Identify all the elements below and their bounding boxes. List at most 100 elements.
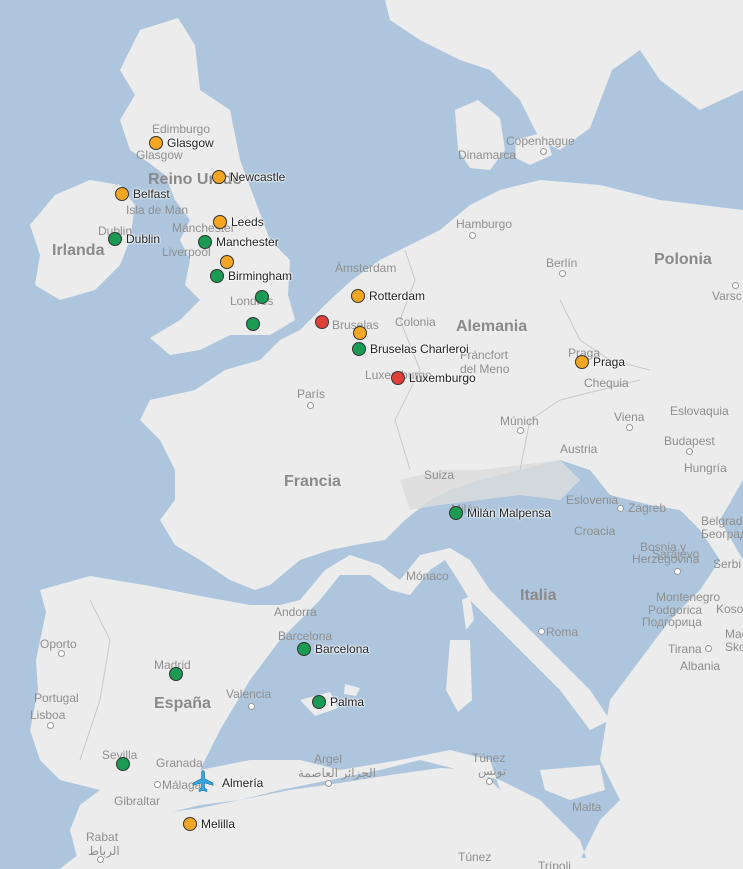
airport-marker-green[interactable] <box>255 290 269 304</box>
country-label: Kosov <box>716 602 743 616</box>
country-label: Hungría <box>684 461 727 475</box>
place-label: Colonia <box>395 315 436 329</box>
city-dot <box>58 650 65 657</box>
place-label: Viena <box>614 410 645 424</box>
airport-marker-orange[interactable] <box>213 215 227 229</box>
place-label: Barcelona <box>278 629 333 643</box>
place-label: الرباط <box>88 844 120 858</box>
airport-label: Glasgow <box>167 136 214 150</box>
airport-marker-green[interactable] <box>116 757 130 771</box>
city-dot <box>325 780 332 787</box>
plane-label: Almería <box>222 776 264 790</box>
place-label: Berlín <box>546 256 578 270</box>
airport-marker-orange[interactable] <box>351 289 365 303</box>
place-label: Varsc <box>712 289 742 303</box>
place-label: Edimburgo <box>152 122 211 136</box>
city-dot <box>732 282 739 289</box>
city-dot <box>97 856 104 863</box>
airport-marker-orange[interactable] <box>220 255 234 269</box>
airport-label: Rotterdam <box>369 289 426 303</box>
city-dot <box>617 505 624 512</box>
city-dot <box>674 568 681 575</box>
airport-label: Bruselas Charleroi <box>370 342 469 356</box>
city-dot <box>47 722 54 729</box>
place-label: Valencia <box>226 687 272 701</box>
place-label: Roma <box>546 625 579 639</box>
place-label: Tirana <box>668 642 702 656</box>
airport-marker-green[interactable] <box>246 317 260 331</box>
airport-marker-red[interactable] <box>315 315 329 329</box>
airport-marker-orange[interactable] <box>115 187 129 201</box>
airport-marker-green[interactable] <box>449 506 463 520</box>
place-label: Ámsterdam <box>335 261 397 275</box>
map-canvas[interactable]: Reino Unido Irlanda Dinamarca Polonia Aleman… <box>0 0 743 869</box>
place-label: Zagreb <box>628 501 667 515</box>
country-label: Polonia <box>654 251 712 268</box>
place-label: الجزائر العاصمة <box>298 766 376 780</box>
place-label: Túnez <box>458 850 492 864</box>
airport-label: Newcastle <box>230 170 286 184</box>
place-label: Београд <box>701 527 743 541</box>
place-label: Подгорица <box>642 615 702 629</box>
place-label: Rabat <box>86 830 119 844</box>
airport-marker-orange[interactable] <box>212 170 226 184</box>
country-label: Chequia <box>584 376 629 390</box>
country-label: España <box>154 695 211 712</box>
country-label: Suiza <box>424 468 455 482</box>
city-dot <box>626 424 633 431</box>
airplane-icon[interactable] <box>191 769 215 793</box>
airport-marker-orange[interactable] <box>149 136 163 150</box>
country-label: Serbi <box>713 557 742 571</box>
airport-marker-green[interactable] <box>169 667 183 681</box>
country-label: Italia <box>520 587 557 604</box>
country-label: Dinamarca <box>458 148 517 162</box>
city-dot <box>248 703 255 710</box>
country-label: Montenegro <box>656 590 721 604</box>
place-label: Oporto <box>40 637 77 651</box>
place-label: París <box>297 387 326 401</box>
airport-marker-green[interactable] <box>198 235 212 249</box>
airport-label: Dublin <box>126 232 161 246</box>
airport-marker-orange[interactable] <box>183 817 197 831</box>
city-dot <box>517 427 524 434</box>
place-label: Argel <box>314 752 343 766</box>
country-label: Andorra <box>274 605 317 619</box>
country-label: Alemania <box>456 318 528 335</box>
country-label: Albania <box>680 659 721 673</box>
place-label: Skop <box>725 640 743 654</box>
airport-marker-orange[interactable] <box>575 355 589 369</box>
airport-label: Birmingham <box>228 269 293 283</box>
country-label: Irlanda <box>52 242 105 259</box>
place-label: Isla de Man <box>126 203 189 217</box>
airport-label: Milán Malpensa <box>467 506 552 520</box>
place-label: Túnez <box>472 751 506 765</box>
airport-label: Palma <box>330 695 365 709</box>
airport-label: Belfast <box>133 187 170 201</box>
airport-marker-green[interactable] <box>210 269 224 283</box>
country-label: Reino Unido <box>148 171 243 188</box>
airport-label: Melilla <box>201 817 236 831</box>
airport-marker-green[interactable] <box>352 342 366 356</box>
place-label: Lisboa <box>30 708 66 722</box>
country-label: Austria <box>560 442 598 456</box>
airport-marker-green[interactable] <box>312 695 326 709</box>
airport-label: Luxemburgo <box>409 371 476 385</box>
place-label: Budapest <box>664 434 715 448</box>
city-dot <box>154 781 161 788</box>
place-label: Mac <box>725 627 743 641</box>
airport-marker-green[interactable] <box>108 232 122 246</box>
place-label: Glasgow <box>136 148 183 162</box>
airport-marker-orange[interactable] <box>353 326 367 340</box>
place-label: Gibraltar <box>114 794 161 808</box>
place-label: Hamburgo <box>456 217 513 231</box>
place-label: تونس <box>478 764 507 778</box>
place-label: Malta <box>572 800 602 814</box>
city-dot <box>538 628 545 635</box>
country-label: Eslovenia <box>566 493 619 507</box>
country-label: Eslovaquia <box>670 404 729 418</box>
airport-marker-red[interactable] <box>391 371 405 385</box>
airport-marker-green[interactable] <box>297 642 311 656</box>
airport-label: Praga <box>593 355 626 369</box>
city-dot <box>469 232 476 239</box>
airport-label: Manchester <box>216 235 279 249</box>
